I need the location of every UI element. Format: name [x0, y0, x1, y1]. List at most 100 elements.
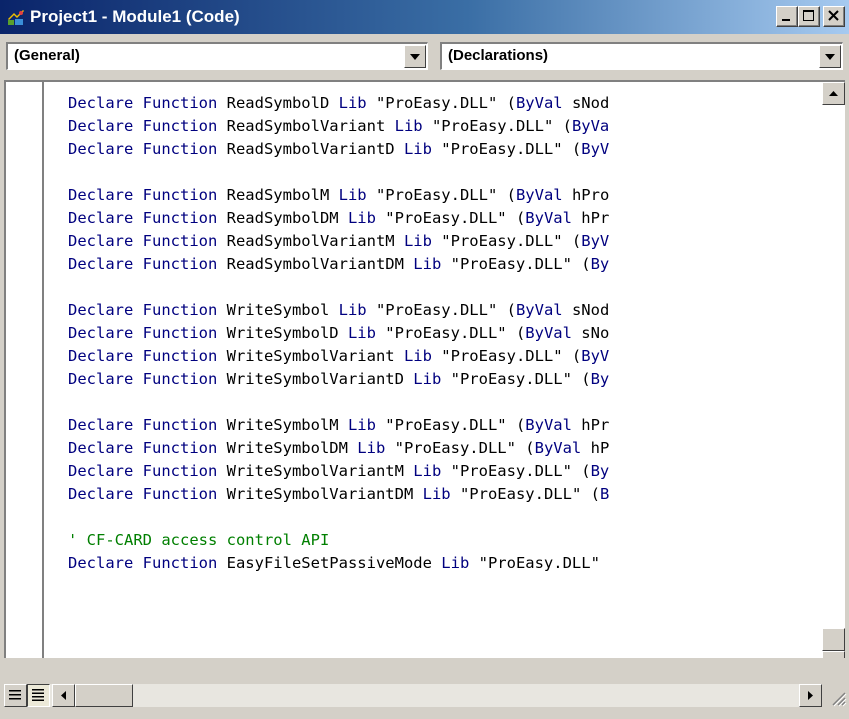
keyword-token: Lib [413, 462, 442, 480]
size-grip-icon[interactable] [827, 687, 847, 707]
minimize-button[interactable] [776, 6, 798, 27]
procedure-dropdown-value: (Declarations) [448, 47, 549, 64]
code-token: "ProEasy.DLL" ( [385, 439, 535, 457]
code-line[interactable]: ' CF-CARD access control API [68, 529, 796, 552]
keyword-token: Declare Function [68, 117, 218, 135]
window-title: Project1 - Module1 (Code) [30, 7, 240, 26]
keyword-token: Lib [413, 255, 442, 273]
keyword-token: Lib [394, 117, 423, 135]
code-token: "ProEasy.DLL" ( [441, 462, 591, 480]
code-line[interactable]: Declare Function EasyFileSetPassiveMode … [68, 552, 796, 575]
keyword-token: Declare Function [68, 347, 218, 365]
code-token: "ProEasy.DLL" ( [366, 94, 516, 112]
code-line[interactable]: Declare Function ReadSymbolD Lib "ProEas… [68, 92, 796, 115]
keyword-token: Lib [338, 301, 367, 319]
code-token: sNod [562, 301, 610, 319]
blank-code-line[interactable] [68, 276, 796, 299]
keyword-token: Declare Function [68, 370, 218, 388]
keyword-token: ByVal [515, 186, 563, 204]
code-token: "ProEasy.DLL" ( [366, 301, 516, 319]
procedure-dropdown-button[interactable] [819, 45, 841, 68]
full-module-view-button[interactable] [27, 684, 50, 707]
code-token: "ProEasy.DLL" ( [441, 255, 591, 273]
code-token: WriteSymbolVariantD [217, 370, 414, 388]
code-line[interactable]: Declare Function WriteSymbolVariantM Lib… [68, 460, 796, 483]
maximize-button[interactable] [798, 6, 820, 27]
keyword-token: Declare Function [68, 462, 218, 480]
code-line[interactable]: Declare Function WriteSymbolVariant Lib … [68, 345, 796, 368]
keyword-token: Declare Function [68, 140, 218, 158]
code-token: "ProEasy.DLL" ( [431, 347, 582, 365]
code-editor[interactable]: Declare Function ReadSymbolD Lib "ProEas… [4, 80, 845, 658]
keyword-token: B [599, 485, 610, 503]
code-line[interactable]: Declare Function WriteSymbolM Lib "ProEa… [68, 414, 796, 437]
code-line[interactable]: Declare Function ReadSymbolVariantD Lib … [68, 138, 796, 161]
code-line[interactable]: Declare Function ReadSymbolM Lib "ProEas… [68, 184, 796, 207]
code-line[interactable]: Declare Function ReadSymbolDM Lib "ProEa… [68, 207, 796, 230]
keyword-token: ByVal [515, 301, 563, 319]
code-line[interactable]: Declare Function WriteSymbolVariantD Lib… [68, 368, 796, 391]
code-text-area[interactable]: Declare Function ReadSymbolD Lib "ProEas… [68, 92, 796, 652]
vertical-scrollbar[interactable] [822, 82, 845, 692]
code-line[interactable]: Declare Function WriteSymbolVariantDM Li… [68, 483, 796, 506]
dropdown-arrow-icon [825, 54, 835, 60]
code-line[interactable]: Declare Function ReadSymbolVariantDM Lib… [68, 253, 796, 276]
keyword-token: ByVal [515, 94, 563, 112]
scroll-left-button[interactable] [52, 684, 75, 707]
code-token: ReadSymbolVariantDM [217, 255, 414, 273]
procedure-view-button[interactable] [4, 684, 27, 707]
full-module-view-icon [32, 689, 44, 701]
keyword-token: Declare Function [68, 324, 218, 342]
code-token: ReadSymbolDM [217, 209, 348, 227]
app-icon [8, 10, 24, 25]
horizontal-scrollbar[interactable] [4, 684, 822, 707]
scroll-up-button[interactable] [822, 82, 845, 105]
vertical-scroll-thumb[interactable] [822, 628, 845, 651]
code-line[interactable]: Declare Function WriteSymbolDM Lib "ProE… [68, 437, 796, 460]
scroll-left-icon [61, 691, 66, 700]
keyword-token: By [590, 255, 610, 273]
code-window: Project1 - Module1 (Code) (General) (Dec… [0, 0, 849, 719]
keyword-token: Lib [347, 416, 376, 434]
code-token: ReadSymbolM [217, 186, 339, 204]
vertical-scroll-track[interactable] [822, 105, 845, 628]
code-token: ReadSymbolVariantD [217, 140, 404, 158]
code-token: ReadSymbolVariantM [217, 232, 404, 250]
margin-indicator-bar[interactable] [6, 82, 44, 658]
object-dropdown[interactable]: (General) [6, 42, 428, 70]
horizontal-scroll-thumb[interactable] [75, 684, 133, 707]
code-token: ReadSymbolVariant [217, 117, 395, 135]
code-token: hPro [562, 186, 610, 204]
close-button[interactable] [823, 6, 845, 27]
object-dropdown-button[interactable] [404, 45, 426, 68]
blank-code-line[interactable] [68, 506, 796, 529]
keyword-token: Lib [338, 94, 367, 112]
code-token: "ProEasy.DLL" ( [431, 232, 582, 250]
keyword-token: ByVal [525, 209, 572, 227]
object-dropdown-value: (General) [14, 47, 80, 64]
keyword-token: Declare Function [68, 255, 218, 273]
code-token: hPr [571, 416, 610, 434]
scroll-right-button[interactable] [799, 684, 822, 707]
procedure-view-icon [9, 690, 21, 700]
blank-code-line[interactable] [68, 161, 796, 184]
scroll-up-icon [829, 91, 838, 96]
blank-code-line[interactable] [68, 391, 796, 414]
code-token: WriteSymbol [217, 301, 339, 319]
code-line[interactable]: Declare Function WriteSymbol Lib "ProEas… [68, 299, 796, 322]
title-bar[interactable]: Project1 - Module1 (Code) [0, 0, 849, 34]
procedure-dropdown[interactable]: (Declarations) [440, 42, 843, 70]
code-line[interactable]: Declare Function WriteSymbolD Lib "ProEa… [68, 322, 796, 345]
code-token: "ProEasy.DLL" ( [375, 209, 526, 227]
keyword-token: Declare Function [68, 554, 218, 572]
code-token: WriteSymbolD [217, 324, 348, 342]
comment-token: ' CF-CARD access control API [68, 531, 330, 549]
code-token: "ProEasy.DLL" ( [431, 140, 582, 158]
keyword-token: Lib [413, 370, 442, 388]
code-token: "ProEasy.DLL" ( [422, 117, 572, 135]
code-token: hP [581, 439, 610, 457]
keyword-token: Lib [422, 485, 451, 503]
code-token: hPr [571, 209, 610, 227]
code-line[interactable]: Declare Function ReadSymbolVariant Lib "… [68, 115, 796, 138]
code-line[interactable]: Declare Function ReadSymbolVariantM Lib … [68, 230, 796, 253]
